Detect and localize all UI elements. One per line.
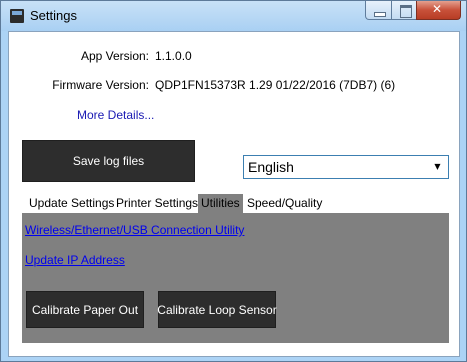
app-version-label: App Version:	[80, 49, 149, 63]
maximize-button[interactable]	[391, 1, 417, 20]
app-version-value: 1.1.0.0	[155, 49, 192, 63]
firmware-version-value: QDP1FN15373R 1.29 01/22/2016 (7DB7) (6)	[155, 78, 396, 92]
calibrate-paper-out-button[interactable]: Calibrate Paper Out	[26, 291, 144, 328]
firmware-version-label: Firmware Version:	[52, 78, 149, 92]
title-bar[interactable]: Settings	[1, 1, 466, 31]
dropdown-arrow-icon[interactable]: ▼	[430, 159, 445, 175]
minimize-button[interactable]	[365, 1, 392, 20]
language-dropdown[interactable]: English ▼	[243, 155, 449, 179]
language-selected-value: English	[248, 159, 294, 175]
client-area: App Version: 1.1.0.0 Firmware Version: Q…	[8, 31, 460, 357]
save-log-files-button[interactable]: Save log files	[22, 140, 195, 182]
tab-update-settings[interactable]: Update Settings	[26, 194, 117, 213]
settings-window: Settings App Version: 1.1.0.0 Firmware V…	[0, 0, 467, 362]
close-button[interactable]	[416, 1, 461, 20]
window-title: Settings	[30, 8, 77, 23]
tab-utilities[interactable]: Utilities	[198, 194, 243, 213]
more-details-link[interactable]: More Details...	[77, 108, 154, 122]
connection-utility-link[interactable]: Wireless/Ethernet/USB Connection Utility	[25, 223, 244, 237]
tab-printer-settings[interactable]: Printer Settings	[113, 194, 201, 213]
calibrate-loop-sensor-button[interactable]: Calibrate Loop Sensor	[157, 291, 277, 328]
tab-speed-quality[interactable]: Speed/Quality	[244, 194, 325, 213]
update-ip-address-link[interactable]: Update IP Address	[25, 253, 125, 267]
utilities-panel: Wireless/Ethernet/USB Connection Utility…	[22, 213, 449, 343]
printer-app-icon	[10, 9, 24, 23]
